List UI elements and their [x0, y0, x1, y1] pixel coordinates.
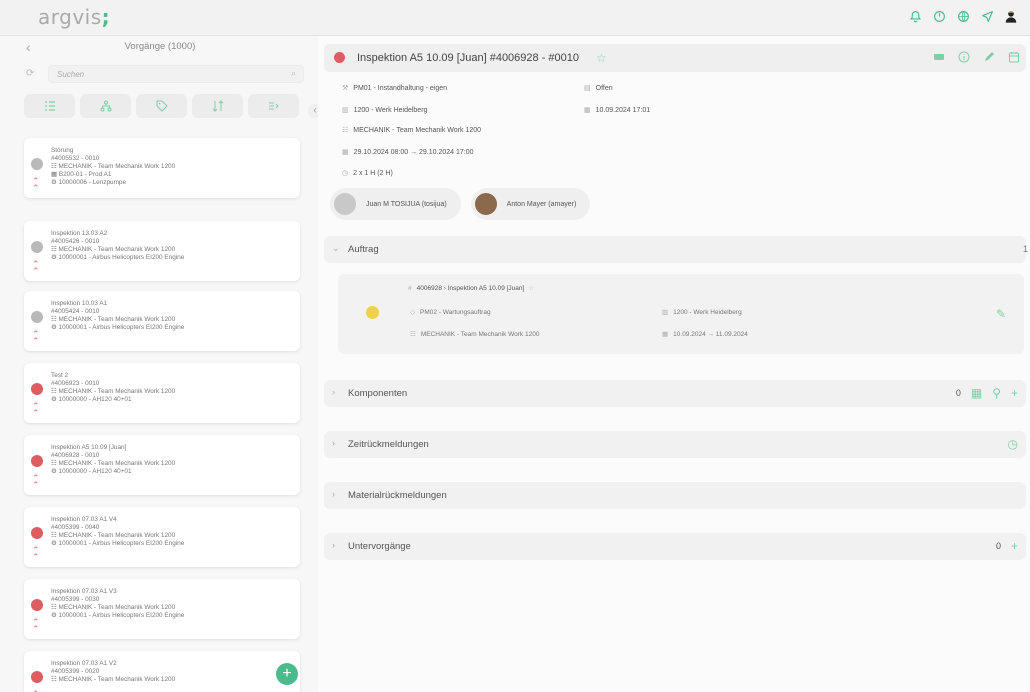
filter-hierarchy-button[interactable] [80, 94, 131, 118]
sort-button[interactable] [192, 94, 243, 118]
priority-icon: ⌃⌃ [32, 259, 40, 276]
status-dot [31, 455, 43, 467]
priority-icon: ⌃⌃ [32, 473, 40, 490]
list-title: Vorgänge (1000) [124, 41, 196, 52]
section-untervorgaenge[interactable]: › Untervorgänge 0 + [324, 533, 1026, 560]
list-item[interactable]: ⌃ ⌃ Inspektion 07.03 A1 V3 #4005399 - 0030… [24, 579, 300, 639]
chevron-right-icon: › [332, 540, 335, 550]
untervorgaenge-count: 0 [995, 541, 1001, 551]
section-zeitrueckmeldungen[interactable]: › Zeitrückmeldungen ◷ [324, 431, 1026, 458]
bell-icon[interactable] [908, 9, 922, 23]
calendar-icon[interactable] [1008, 51, 1020, 63]
order-type: ⚒ PM01 - Instandhaltung - eigen [342, 85, 448, 92]
list-item[interactable]: ⌃ ⌃ Störung #4005532 - 0010 ☷ MECHANIK - Te… [24, 138, 300, 198]
search-input[interactable]: Suchen [48, 65, 304, 83]
list-item[interactable]: ⌃ ⌃ Inspektion 13.03 A2 #4005426 - 0010 ☷ M… [24, 221, 300, 281]
favorite-star-icon[interactable]: ☆ [528, 285, 534, 292]
edit-icon[interactable] [983, 51, 995, 63]
person-chip[interactable]: Anton Mayer (amayer) [470, 188, 591, 220]
list-item[interactable]: ⌃ ⌃ Test 2 #4006923 - 0010 ☷ MECHANIK - Tea… [24, 363, 300, 423]
building-icon: ▥ [662, 309, 669, 316]
building-icon: ▥ [342, 107, 349, 114]
wrench-icon: ⚒ [342, 85, 349, 92]
list-item[interactable]: ⌃ ⌃ Inspektion 10.03 A1 #4005424 - 0010 ☷ M… [24, 291, 300, 351]
calendar-range-icon: ▦ [342, 149, 349, 156]
group-button[interactable] [248, 94, 299, 118]
filter-list-button[interactable] [24, 94, 75, 118]
detail-title: Inspektion A5 10.09 [Juan] #4006928 - #0… [357, 52, 580, 64]
chevron-down-icon: ⌄ [332, 243, 340, 253]
order-card[interactable]: #4006928 › Inspektion A5 10.09 [Juan] ☆ ◇… [338, 274, 1024, 354]
user-avatar-icon[interactable] [1004, 9, 1018, 23]
network-icon[interactable] [956, 9, 970, 23]
status-dot [366, 306, 379, 319]
work-order-list-panel: ‹ Vorgänge (1000) ⟳ Suchen ⌕ ⌃ ⌃ Störung #… [14, 36, 306, 692]
avatar [474, 193, 497, 215]
komponenten-count: 0 [955, 388, 961, 398]
order-status: ▤ Offen [584, 85, 613, 92]
status-dot [31, 671, 43, 683]
card-icon[interactable] [933, 51, 945, 63]
edit-icon[interactable]: ✎ [996, 307, 1006, 321]
chevron-right-icon: › [332, 489, 335, 499]
add-icon[interactable]: + [1011, 386, 1018, 400]
add-button[interactable]: + [276, 663, 298, 685]
status-dot [31, 383, 43, 395]
status-dot [31, 241, 43, 253]
status-dot [31, 599, 43, 611]
top-bar: argvis; [0, 0, 1030, 36]
auftrag-count: 1 [1022, 244, 1028, 254]
chevron-right-icon: › [332, 438, 335, 448]
status-dot [31, 158, 43, 170]
power-icon[interactable] [932, 9, 946, 23]
list-item[interactable]: ⌃ ⌃ Inspektion A5 10.09 [Juan] #4006928 - … [24, 435, 300, 495]
stamp-icon[interactable]: ⚲ [992, 386, 1001, 400]
chevron-right-icon: › [332, 387, 335, 397]
priority-icon: ⌃⌃ [32, 329, 40, 346]
effort: ◷ 2 x 1 H (2 H) [342, 170, 393, 177]
status-dot [31, 527, 43, 539]
section-materialrueckmeldungen[interactable]: › Materialrückmeldungen [324, 482, 1026, 509]
avatar [334, 193, 356, 215]
status-dot [31, 311, 43, 323]
team-icon: ☷ [410, 331, 416, 338]
search-icon[interactable]: ⌕ [291, 68, 296, 79]
info-icon[interactable] [958, 51, 970, 63]
calendar-icon[interactable]: ▦ [971, 386, 982, 400]
tag-icon: ◇ [410, 309, 415, 316]
priority-icon: ⌃⌃ [32, 401, 40, 418]
refresh-icon[interactable]: ⟳ [26, 68, 34, 79]
priority-icon: ⌃⌃ [32, 617, 40, 634]
team: ☷ MECHANIK - Team Mechanik Work 1200 [342, 127, 482, 134]
detail-header: Inspektion A5 10.09 [Juan] #4006928 - #0… [324, 44, 1026, 72]
team-icon: ☷ [342, 127, 349, 134]
filter-tag-button[interactable] [136, 94, 187, 118]
section-auftrag[interactable]: ⌄ Auftrag [324, 236, 1026, 263]
clock-icon: ◷ [342, 170, 349, 177]
created-date: ▦ 10.09.2024 17:01 [584, 107, 651, 114]
period: ▦ 29.10.2024 08:00 → 29.10.2024 17:00 [342, 149, 474, 156]
add-icon[interactable]: + [1011, 539, 1018, 553]
person-chip[interactable]: Juan M TOSIJUA (tosijua) [330, 188, 461, 220]
calendar-icon: ▦ [584, 107, 591, 114]
detail-panel: Inspektion A5 10.09 [Juan] #4006928 - #0… [318, 36, 1030, 692]
priority-icon: ⌃⌃ [32, 545, 40, 562]
clock-icon[interactable]: ◷ [1008, 437, 1018, 451]
section-komponenten[interactable]: › Komponenten 0 ▦ ⚲ + [324, 380, 1026, 407]
status-dot [334, 52, 345, 63]
list-item[interactable]: ⌃ ⌃ Inspektion 07.03 A1 V4 #4005399 - 0040… [24, 507, 300, 567]
favorite-star-icon[interactable]: ☆ [596, 51, 607, 65]
priority-icon: ⌃⌃ [32, 176, 40, 193]
list-item[interactable]: ⌃⌃ Inspektion 07.03 A1 V2#4005399 - 0020… [24, 651, 300, 692]
plant: ▥ 1200 - Werk Heidelberg [342, 107, 428, 114]
status-icon: ▤ [584, 85, 591, 92]
calendar-icon: ▦ [662, 331, 669, 338]
app-logo[interactable]: argvis; [38, 5, 110, 29]
send-icon[interactable] [980, 9, 994, 23]
